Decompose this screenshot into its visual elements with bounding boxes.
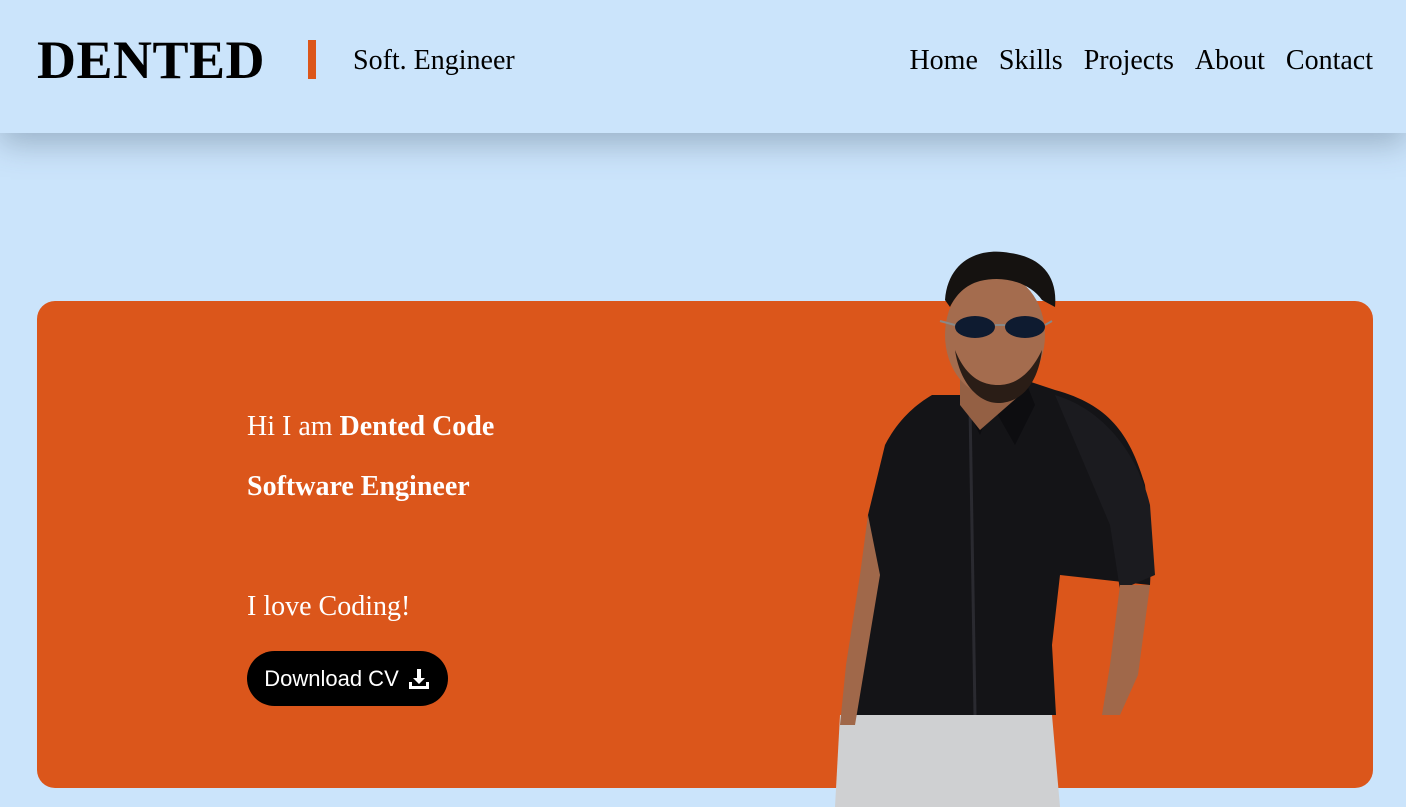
logo[interactable]: DENTED — [37, 30, 265, 90]
logo-divider — [308, 40, 316, 79]
nav-about[interactable]: About — [1195, 44, 1265, 78]
nav-skills[interactable]: Skills — [999, 44, 1063, 78]
site-header: DENTED Soft. Engineer Home Skills Projec… — [0, 0, 1406, 133]
nav-projects[interactable]: Projects — [1084, 44, 1174, 78]
nav-contact[interactable]: Contact — [1286, 44, 1373, 78]
hero-card: Hi I am Dented Code Software Engineer I … — [37, 301, 1373, 788]
greeting-prefix: Hi I am — [247, 411, 340, 442]
hero-motto: I love Coding! — [247, 591, 411, 622]
hero-greeting: Hi I am Dented Code — [247, 410, 494, 444]
nav-home[interactable]: Home — [909, 44, 977, 78]
download-icon — [408, 668, 429, 689]
hero-role: Software Engineer — [247, 471, 470, 502]
tagline: Soft. Engineer — [353, 45, 515, 76]
cv-button-label: Download CV — [264, 665, 399, 691]
hero-name: Dented Code — [339, 411, 495, 442]
profile-photo — [835, 251, 1155, 807]
download-cv-button[interactable]: Download CV — [247, 651, 448, 706]
main-nav: Home Skills Projects About Contact — [909, 44, 1373, 78]
